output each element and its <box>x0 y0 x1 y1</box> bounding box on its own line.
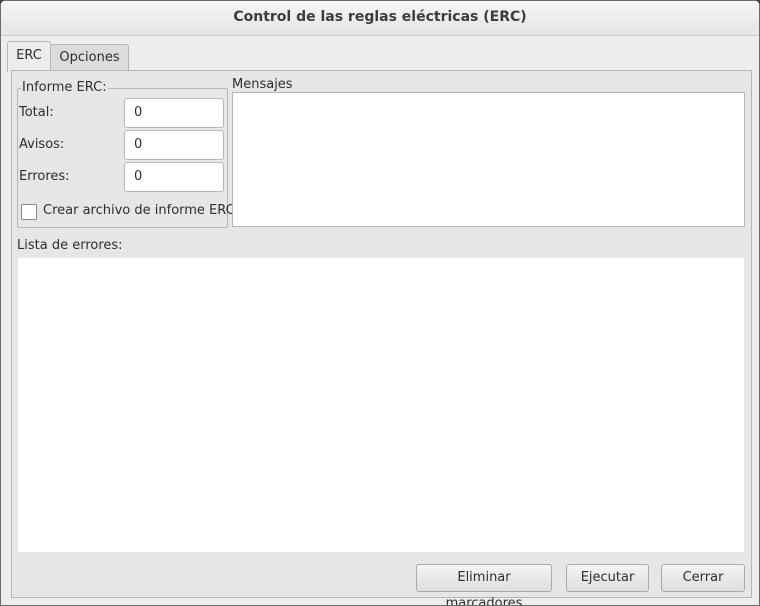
warnings-label: Avisos: <box>19 137 65 152</box>
errors-field[interactable]: 0 <box>124 162 224 192</box>
errors-label: Errores: <box>19 169 70 184</box>
erc-dialog: Control de las reglas eléctricas (ERC) E… <box>0 0 760 606</box>
error-list-label: Lista de errores: <box>17 238 123 253</box>
erc-report-group: Informe ERC: Total: 0 Avisos: 0 Errores:… <box>17 80 235 228</box>
total-label: Total: <box>19 105 54 120</box>
create-report-file-label[interactable]: Crear archivo de informe ERC <box>43 203 235 218</box>
close-button[interactable]: Cerrar <box>661 564 745 592</box>
tab-opciones[interactable]: Opciones <box>50 44 129 71</box>
create-report-file-checkbox[interactable] <box>21 204 37 220</box>
delete-markers-button[interactable]: Eliminar marcadores <box>416 564 552 605</box>
error-list[interactable] <box>18 258 744 552</box>
run-button[interactable]: Ejecutar <box>566 564 649 592</box>
tab-erc[interactable]: ERC <box>7 41 51 72</box>
messages-box[interactable] <box>232 92 745 227</box>
messages-label: Mensajes <box>232 77 293 92</box>
erc-report-group-label: Informe ERC: <box>21 80 108 95</box>
window-title: Control de las reglas eléctricas (ERC) <box>233 9 527 25</box>
total-field[interactable]: 0 <box>124 98 224 128</box>
title-bar[interactable]: Control de las reglas eléctricas (ERC) <box>1 1 759 36</box>
erc-tab-panel: Informe ERC: Total: 0 Avisos: 0 Errores:… <box>11 70 752 605</box>
warnings-field[interactable]: 0 <box>124 130 224 160</box>
